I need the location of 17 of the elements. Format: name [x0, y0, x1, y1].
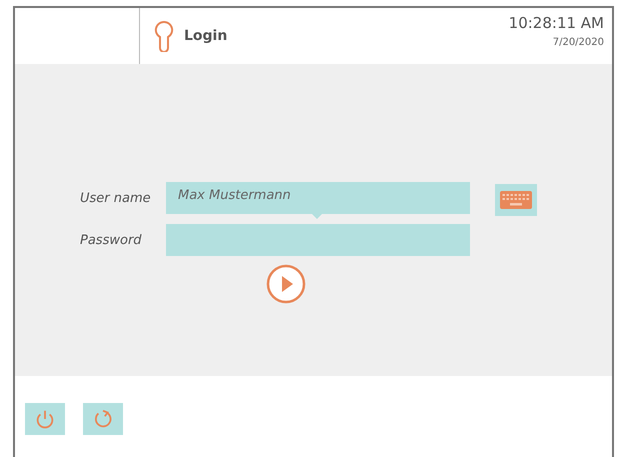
field-label: Password	[80, 232, 143, 248]
power-button[interactable]	[25, 403, 65, 435]
page-title: Login	[184, 28, 228, 44]
field-label: User name	[80, 190, 152, 206]
power-icon	[34, 408, 56, 430]
refresh-button[interactable]	[83, 403, 123, 435]
key-icon	[154, 20, 174, 52]
input-field[interactable]	[166, 224, 470, 256]
clock-time: 10:28:11 AM	[508, 14, 604, 32]
focus-pointer	[312, 214, 322, 219]
refresh-icon	[92, 408, 114, 430]
keyboard-button[interactable]	[495, 184, 537, 216]
input-field[interactable]: Max Mustermann	[166, 182, 470, 214]
clock-date: 7/20/2020	[552, 37, 604, 48]
play-icon	[266, 264, 306, 304]
keyboard-icon	[500, 191, 532, 209]
play-button[interactable]	[266, 264, 306, 304]
